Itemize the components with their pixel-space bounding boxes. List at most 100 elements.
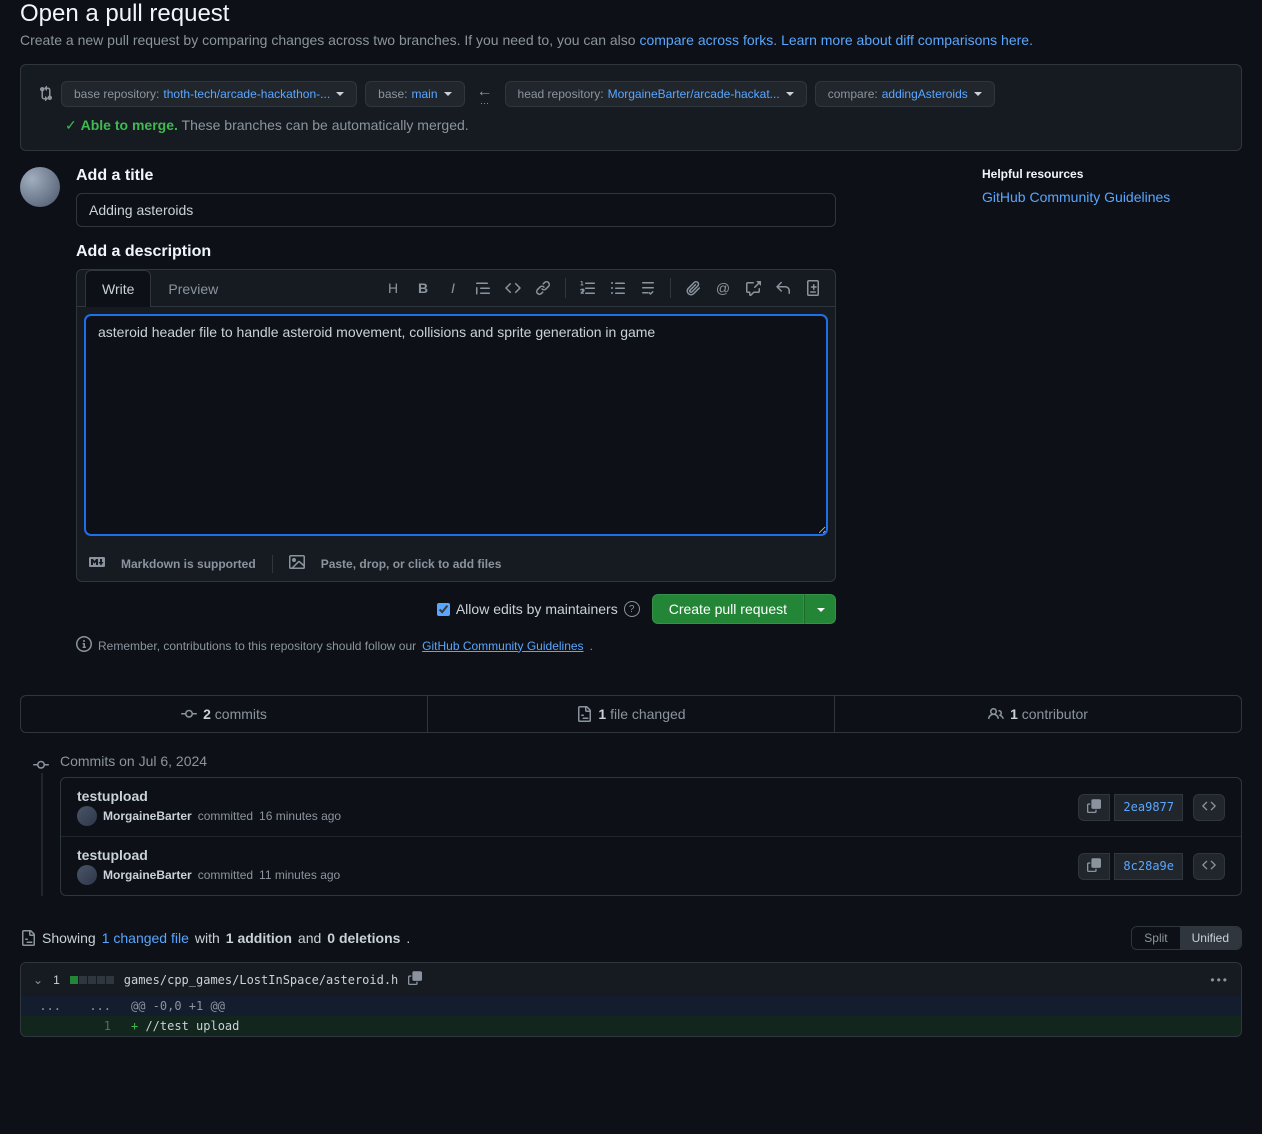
heading-icon[interactable]: H [379, 274, 407, 302]
commit-title[interactable]: testupload [77, 788, 1078, 804]
contributors-tab[interactable]: 1 contributor [834, 696, 1241, 732]
base-branch-selector[interactable]: base: main [365, 81, 464, 107]
code-line: //test upload [145, 1019, 239, 1033]
quote-icon[interactable] [469, 274, 497, 302]
commit-title[interactable]: testupload [77, 847, 1078, 863]
merge-message: These branches can be automatically merg… [178, 117, 469, 133]
changed-files-link[interactable]: 1 changed file [102, 930, 189, 946]
head-repo-value: MorgaineBarter/arcade-hackat... [608, 87, 780, 101]
allow-edits-checkbox[interactable] [437, 603, 450, 616]
file-count: 1 [53, 973, 60, 987]
base-repo-selector[interactable]: base repository: thoth-tech/arcade-hacka… [61, 81, 357, 107]
link-icon[interactable] [529, 274, 557, 302]
commit-sha[interactable]: 8c28a9e [1114, 853, 1183, 880]
mention-icon[interactable]: @ [709, 274, 737, 302]
description-label: Add a description [76, 243, 836, 261]
compare-branch-selector[interactable]: compare: addingAsteroids [815, 81, 995, 107]
diff-icon[interactable] [799, 274, 827, 302]
avatar [20, 167, 60, 207]
commits-timeline: Commits on Jul 6, 2024 testupload Morgai… [20, 753, 1242, 896]
ordered-list-icon[interactable] [574, 274, 602, 302]
allow-edits-label: Allow edits by maintainers [456, 601, 618, 617]
description-textarea[interactable] [85, 315, 827, 535]
caret-icon [444, 92, 452, 96]
bold-icon[interactable]: B [409, 274, 437, 302]
copy-path-icon[interactable] [408, 971, 422, 988]
separator [565, 278, 566, 298]
commit-icon [33, 757, 49, 776]
commits-date: Commits on Jul 6, 2024 [60, 753, 1242, 769]
file-path[interactable]: games/cpp_games/LostInSpace/asteroid.h [124, 973, 399, 987]
sidebar: Helpful resources GitHub Community Guide… [982, 167, 1242, 655]
diff-view-toggle: Split Unified [1131, 926, 1242, 950]
learn-more-link[interactable]: Learn more about diff comparisons here. [781, 32, 1033, 48]
check-icon: ✓ [65, 117, 77, 133]
compare-box: base repository: thoth-tech/arcade-hacka… [20, 64, 1242, 151]
contribution-note: Remember, contributions to this reposito… [76, 636, 836, 655]
expand-cell[interactable]: ... [21, 996, 71, 1016]
browse-code-button[interactable] [1193, 853, 1225, 880]
preview-tab[interactable]: Preview [151, 270, 235, 307]
commit-row: testupload MorgaineBarter committed 11 m… [61, 836, 1241, 895]
copy-sha-button[interactable] [1078, 794, 1110, 821]
base-branch-label: base: [378, 87, 407, 101]
title-input[interactable] [76, 193, 836, 227]
commit-time: 16 minutes ago [259, 809, 341, 823]
copy-sha-button[interactable] [1078, 853, 1110, 880]
base-repo-value: thoth-tech/arcade-hackathon-... [163, 87, 330, 101]
allow-edits-checkbox-wrap[interactable]: Allow edits by maintainers ? [437, 601, 640, 617]
commits-count: 2 [203, 706, 211, 722]
with-text: with [195, 930, 220, 946]
help-icon[interactable]: ? [624, 601, 640, 617]
reply-icon[interactable] [769, 274, 797, 302]
base-branch-value: main [412, 87, 438, 101]
expand-cell[interactable]: ... [71, 996, 121, 1016]
commit-row: testupload MorgaineBarter committed 16 m… [61, 778, 1241, 836]
caret-icon [786, 92, 794, 96]
commits-label: commits [211, 706, 267, 722]
unordered-list-icon[interactable] [604, 274, 632, 302]
separator [272, 555, 273, 573]
split-view-button[interactable]: Split [1132, 927, 1179, 949]
diffstat [70, 976, 114, 984]
commit-author[interactable]: MorgaineBarter [103, 868, 192, 882]
page-subtitle: Create a new pull request by comparing c… [20, 32, 1242, 48]
new-line-number: 1 [71, 1016, 121, 1036]
diff-line-addition: 1 + //test upload [21, 1016, 1241, 1036]
attach-icon[interactable] [679, 274, 707, 302]
collapse-icon[interactable]: ⌄ [33, 973, 43, 987]
commits-tab[interactable]: 2 commits [21, 696, 427, 732]
stats-tabs: 2 commits 1 file changed 1 contributor [20, 695, 1242, 733]
commit-action: committed [198, 809, 253, 823]
page-title: Open a pull request [20, 0, 1242, 28]
head-repo-selector[interactable]: head repository: MorgaineBarter/arcade-h… [505, 81, 807, 107]
commit-avatar [77, 865, 97, 885]
commit-avatar [77, 806, 97, 826]
commit-sha[interactable]: 2ea9877 [1114, 794, 1183, 821]
file-menu-icon[interactable]: ••• [1210, 973, 1229, 987]
unified-view-button[interactable]: Unified [1180, 927, 1241, 949]
commit-time: 11 minutes ago [259, 868, 340, 882]
cross-reference-icon[interactable] [739, 274, 767, 302]
browse-code-button[interactable] [1193, 794, 1225, 821]
commit-author[interactable]: MorgaineBarter [103, 809, 192, 823]
and-text: and [298, 930, 321, 946]
task-list-icon[interactable] [634, 274, 662, 302]
italic-icon[interactable]: I [439, 274, 467, 302]
write-tab[interactable]: Write [85, 270, 151, 307]
compare-forks-link[interactable]: compare across forks [639, 32, 773, 48]
base-repo-label: base repository: [74, 87, 159, 101]
create-pull-request-dropdown[interactable] [804, 594, 836, 624]
attach-files-text[interactable]: Paste, drop, or click to add files [321, 557, 502, 571]
create-pull-request-button[interactable]: Create pull request [652, 594, 804, 624]
code-icon[interactable] [499, 274, 527, 302]
files-tab[interactable]: 1 file changed [427, 696, 834, 732]
community-guidelines-link[interactable]: GitHub Community Guidelines [982, 189, 1170, 205]
info-icon [76, 636, 92, 655]
git-compare-icon [37, 85, 53, 104]
contributors-label: contributor [1018, 706, 1088, 722]
markdown-icon [89, 554, 105, 573]
files-label: file changed [606, 706, 685, 722]
guidelines-link[interactable]: GitHub Community Guidelines [422, 639, 583, 653]
caret-icon [974, 92, 982, 96]
